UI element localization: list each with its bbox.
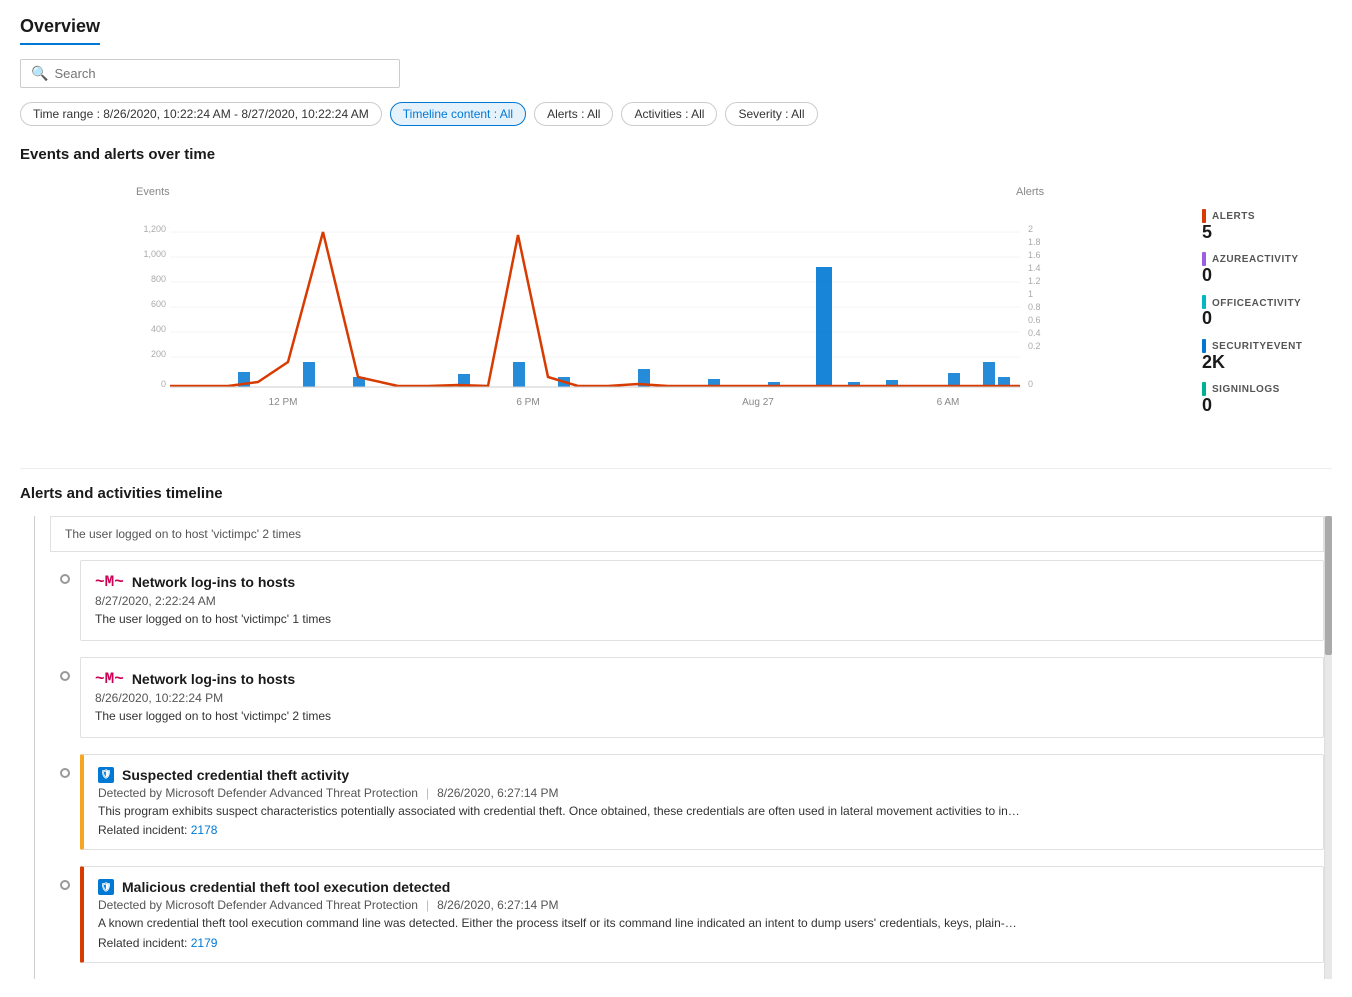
svg-text:400: 400 [151,324,166,334]
y-axis-right-label: Alerts [1016,186,1045,198]
network-icon: ~M~ [95,670,124,688]
chart-title: Events and alerts over time [20,146,1332,163]
timeline-title: Alerts and activities timeline [20,485,1332,502]
network-icon: ~M~ [95,573,124,591]
svg-text:2: 2 [1028,224,1033,234]
filter-btn-alerts[interactable]: Alerts : All [534,102,613,126]
svg-text:6 PM: 6 PM [516,397,539,408]
chart-section: Events and alerts over time Events Alert… [20,146,1332,440]
chart-container: Events Alerts 1,200 1,000 800 600 400 20… [20,177,1332,440]
svg-text:0.6: 0.6 [1028,315,1041,325]
card-header: ~M~ Network log-ins to hosts [95,573,1309,591]
svg-text:Aug 27: Aug 27 [742,397,774,408]
svg-text:1.6: 1.6 [1028,250,1041,260]
legend-item-azureactivity: AZUREACTIVITY 0 [1202,250,1332,285]
timeline-dot-item-2 [60,768,70,778]
timeline-spine [20,516,50,979]
chart-area: Events Alerts 1,200 1,000 800 600 400 20… [20,177,1186,440]
filter-btn-timeline-content[interactable]: Timeline content : All [390,102,526,126]
y-axis-left-label: Events [136,186,170,198]
timeline-dot-item-0 [60,574,70,584]
legend-item-officeactivity: OFFICEACTIVITY 0 [1202,294,1332,329]
filter-btn-activities[interactable]: Activities : All [621,102,717,126]
svg-text:0: 0 [161,379,166,389]
svg-text:1,200: 1,200 [143,224,166,234]
card-detector: Detected by Microsoft Defender Advanced … [98,786,1309,800]
timeline-card-item-0: ~M~ Network log-ins to hosts 8/27/2020, … [80,560,1324,641]
chart-legend: ALERTS 5 AZUREACTIVITY 0 OFFICEACTIVITY … [1202,177,1332,424]
card-header: 🛡 Suspected credential theft activity [98,767,1309,783]
svg-text:0.2: 0.2 [1028,341,1041,351]
svg-text:1.8: 1.8 [1028,237,1041,247]
card-header: 🛡 Malicious credential theft tool execut… [98,879,1309,895]
timeline-section: Alerts and activities timeline The user … [20,468,1332,979]
shield-icon: 🛡 [98,767,114,783]
card-header: ~M~ Network log-ins to hosts [95,670,1309,688]
legend-item-signinlogs: SIGNINLOGS 0 [1202,380,1332,415]
svg-text:1: 1 [1028,289,1033,299]
svg-text:600: 600 [151,299,166,309]
card-desc: The user logged on to host 'victimpc' 1 … [95,611,1309,628]
timeline-dot-item-3 [60,880,70,890]
svg-text:800: 800 [151,274,166,284]
svg-text:0: 0 [1028,379,1033,389]
search-input[interactable] [54,66,389,81]
timeline-item-wrapper-item-0: ~M~ Network log-ins to hosts 8/27/2020, … [50,560,1324,649]
timeline-card-item-1: ~M~ Network log-ins to hosts 8/26/2020, … [80,657,1324,738]
card-datetime: 8/26/2020, 10:22:24 PM [95,691,1309,705]
card-datetime: 8/27/2020, 2:22:24 AM [95,594,1309,608]
timeline-card-item-2: 🛡 Suspected credential theft activity De… [80,754,1324,851]
card-title: Malicious credential theft tool executio… [122,879,450,895]
svg-text:200: 200 [151,349,166,359]
card-title: Suspected credential theft activity [122,767,349,783]
search-icon: 🔍 [31,65,48,82]
card-desc: This program exhibits suspect characteri… [98,803,1309,820]
svg-text:0.4: 0.4 [1028,328,1041,338]
timeline-partial: The user logged on to host 'victimpc' 2 … [50,516,1324,552]
card-detector: Detected by Microsoft Defender Advanced … [98,898,1309,912]
filter-btn-severity[interactable]: Severity : All [725,102,817,126]
timeline-items: The user logged on to host 'victimpc' 2 … [50,516,1324,979]
svg-text:1,000: 1,000 [143,249,166,259]
timeline-dot-item-1 [60,671,70,681]
svg-text:6 AM: 6 AM [937,397,960,408]
svg-text:0.8: 0.8 [1028,302,1041,312]
scrollbar-thumb[interactable] [1325,516,1332,655]
shield-icon: 🛡 [98,879,114,895]
scrollbar-track[interactable] [1324,516,1332,979]
page-title: Overview [20,16,100,45]
card-related: Related incident: 2179 [98,936,1309,950]
card-title: Network log-ins to hosts [132,671,295,687]
search-box: 🔍 [20,59,400,88]
timeline-item-wrapper-item-3: 🛡 Malicious credential theft tool execut… [50,866,1324,971]
svg-text:12 PM: 12 PM [269,397,298,408]
svg-text:1.4: 1.4 [1028,263,1041,273]
svg-text:1.2: 1.2 [1028,276,1041,286]
chart-svg: Events Alerts 1,200 1,000 800 600 400 20… [20,177,1186,437]
timeline-item-wrapper-item-2: 🛡 Suspected credential theft activity De… [50,754,1324,859]
timeline-card-item-3: 🛡 Malicious credential theft tool execut… [80,866,1324,963]
timeline-item-wrapper-item-1: ~M~ Network log-ins to hosts 8/26/2020, … [50,657,1324,746]
legend-item-alerts: ALERTS 5 [1202,207,1332,242]
related-incident-link[interactable]: 2179 [191,936,218,950]
filter-btn-time-range[interactable]: Time range : 8/26/2020, 10:22:24 AM - 8/… [20,102,382,126]
related-incident-link[interactable]: 2178 [191,823,218,837]
card-desc: The user logged on to host 'victimpc' 2 … [95,708,1309,725]
card-title: Network log-ins to hosts [132,574,295,590]
card-desc: A known credential theft tool execution … [98,915,1309,932]
card-related: Related incident: 2178 [98,823,1309,837]
filters-bar: Time range : 8/26/2020, 10:22:24 AM - 8/… [20,102,1332,126]
legend-item-securityevent: SECURITYEVENT 2K [1202,337,1332,372]
